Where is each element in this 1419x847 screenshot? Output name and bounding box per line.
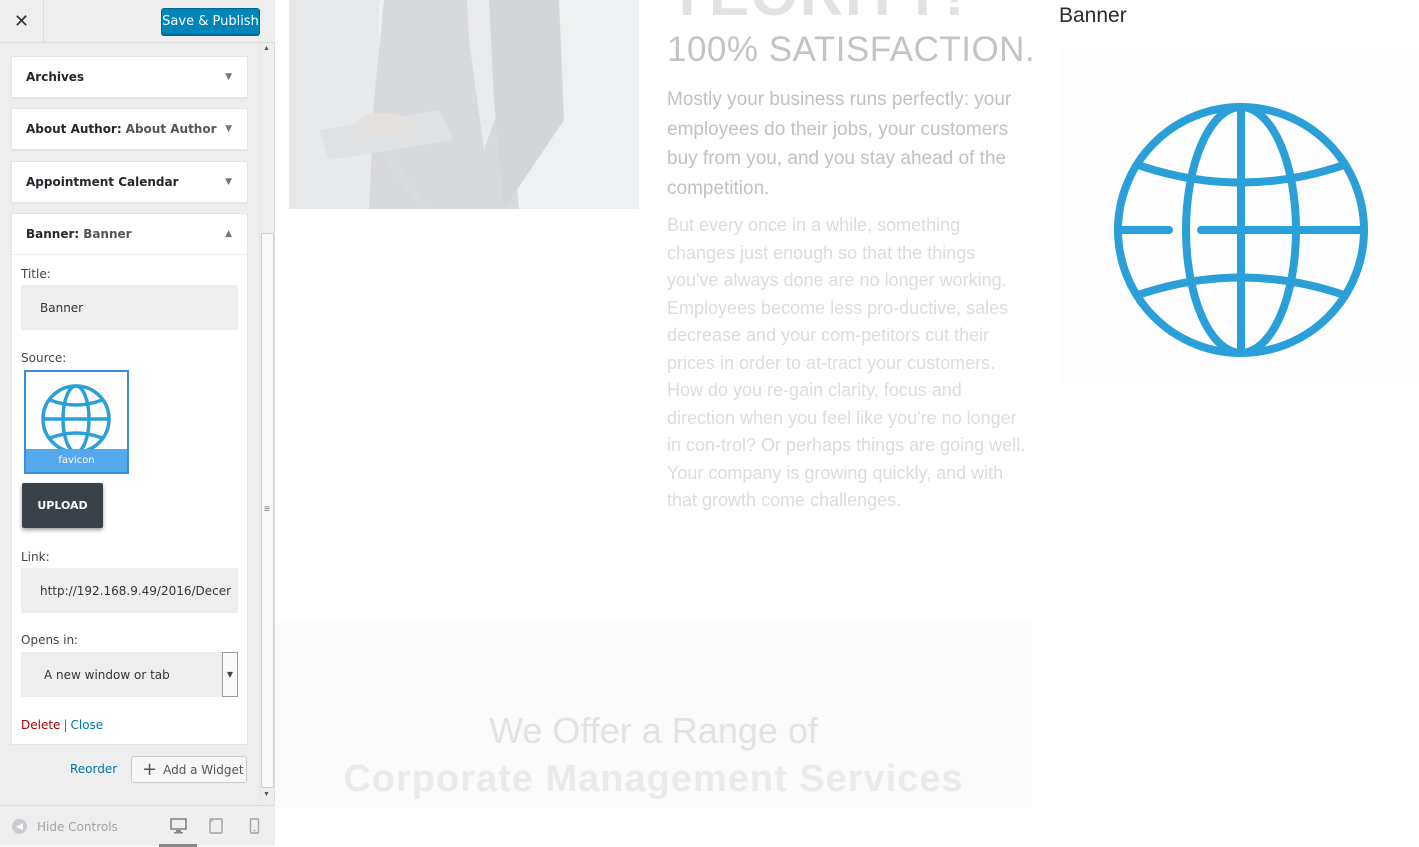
hide-controls-button[interactable]: ◀ Hide Controls <box>12 819 118 834</box>
business-man-photo <box>289 0 639 209</box>
expand-arrow-icon[interactable]: ▼ <box>225 72 232 82</box>
customizer-sidebar: ✕ Save & Publish Archives ▼ About Author… <box>0 0 275 847</box>
opens-in-value: A new window or tab <box>44 667 170 682</box>
add-widget-button[interactable]: + Add a Widget <box>131 756 247 783</box>
hero-subheading: 100% SATISFACTION. <box>667 30 1036 69</box>
photo-illustration <box>289 0 639 209</box>
collapse-arrow-icon: ◀ <box>12 819 27 834</box>
opens-in-label: Opens in: <box>21 633 79 647</box>
body-paragraph: But every once in a while, something cha… <box>667 215 1026 510</box>
scroll-up-icon[interactable]: ▲ <box>263 45 270 52</box>
services-heading-line1: We Offer a Range of <box>489 710 818 751</box>
widget-about-author[interactable]: About Author: About Author ▼ <box>11 108 248 150</box>
site-preview: YEORITY! 100% SATISFACTION. Mostly your … <box>275 0 1419 846</box>
hero-heading: YEORITY! <box>667 0 966 29</box>
banner-widget-title: Banner <box>1059 4 1127 27</box>
widget-subtitle: About Author <box>125 122 217 136</box>
title-field[interactable]: Banner <box>21 285 238 330</box>
image-caption: favicon <box>26 449 127 472</box>
banner-widget-form: Title: Banner Source: favicon UPLOAD Lin… <box>11 254 248 745</box>
scroll-down-icon[interactable]: ▼ <box>263 791 270 798</box>
globe-icon <box>1114 103 1368 357</box>
source-label: Source: <box>21 351 67 365</box>
add-widget-label: Add a Widget <box>163 762 244 777</box>
separator: | <box>63 718 68 732</box>
widget-actions: Delete | Close <box>21 718 103 732</box>
title-label: Title: <box>21 267 51 281</box>
expand-arrow-icon[interactable]: ▼ <box>225 177 232 187</box>
expand-arrow-icon[interactable]: ▼ <box>225 124 232 134</box>
lead-paragraph: Mostly your business runs perfectly: you… <box>667 89 1012 199</box>
mobile-preview-icon[interactable] <box>249 818 260 834</box>
widget-title: Archives <box>26 70 85 84</box>
widget-banner[interactable]: Banner: Banner ▲ <box>11 213 248 255</box>
customizer-header: ✕ Save & Publish <box>0 0 275 43</box>
services-heading-line2: Corporate Management Services <box>343 758 964 800</box>
globe-icon <box>41 384 111 452</box>
link-label: Link: <box>21 550 50 564</box>
widget-subtitle: Banner <box>83 227 132 241</box>
reorder-link[interactable]: Reorder <box>70 762 117 776</box>
widget-title: About Author: <box>26 122 122 136</box>
desktop-preview-icon[interactable] <box>170 818 187 834</box>
opens-in-select[interactable]: A new window or tab ▼ <box>21 652 238 697</box>
hide-controls-label: Hide Controls <box>37 819 118 834</box>
sidebar-scrollbar[interactable]: ▲ ≡ ▼ <box>259 43 274 803</box>
source-image-thumbnail[interactable]: favicon <box>24 370 129 474</box>
grip-icon: ≡ <box>264 504 270 515</box>
collapse-arrow-icon[interactable]: ▲ <box>225 229 232 239</box>
widget-archives[interactable]: Archives ▼ <box>11 56 248 98</box>
link-field[interactable]: http://192.168.9.49/2016/Decer <box>21 568 238 613</box>
save-publish-button[interactable]: Save & Publish <box>161 8 260 35</box>
chevron-down-icon[interactable]: ▼ <box>222 652 238 697</box>
delete-link[interactable]: Delete <box>21 718 60 732</box>
close-link[interactable]: Close <box>70 718 103 732</box>
close-icon[interactable]: ✕ <box>0 0 44 43</box>
widget-title: Appointment Calendar <box>26 175 179 189</box>
widget-appointment-calendar[interactable]: Appointment Calendar ▼ <box>11 161 248 203</box>
plus-icon: + <box>142 758 158 780</box>
widget-title: Banner: <box>26 227 80 241</box>
upload-button[interactable]: UPLOAD <box>22 483 103 528</box>
banner-image-link[interactable] <box>1059 50 1419 385</box>
scrollbar-thumb[interactable]: ≡ <box>261 233 274 788</box>
tablet-preview-icon[interactable] <box>209 818 223 834</box>
customizer-footer: ◀ Hide Controls <box>0 805 275 847</box>
